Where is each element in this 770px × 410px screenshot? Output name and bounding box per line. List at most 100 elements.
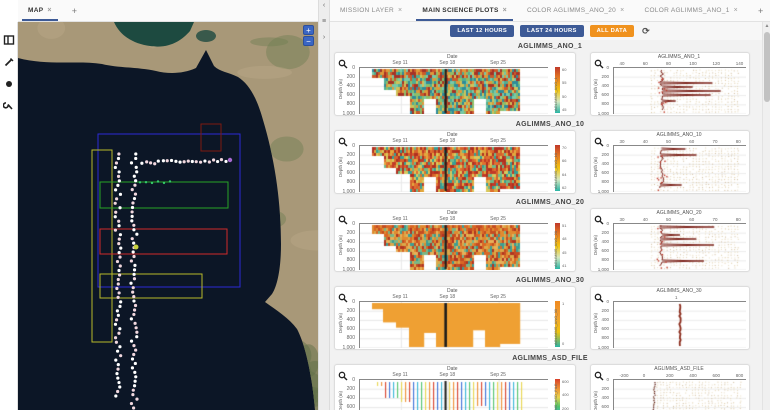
vehicle-track-dot[interactable] (132, 273, 135, 276)
scrollbar-thumb[interactable] (764, 32, 770, 102)
vehicle-track-dot[interactable] (117, 224, 120, 227)
heatmap-card[interactable]: DateSep 11Sep 18Sep 25Depth (m)020040060… (334, 130, 576, 194)
vehicle-track-dot[interactable] (133, 175, 136, 178)
waypoint-yellow[interactable] (134, 245, 139, 250)
divider-handle-icon[interactable]: ≡ (322, 18, 326, 26)
magnifier-icon[interactable] (338, 212, 348, 230)
vehicle-track-dot[interactable] (114, 336, 117, 339)
vehicle-track-dot[interactable] (115, 197, 118, 200)
vehicle-track-dot[interactable] (130, 402, 133, 405)
vehicle-track-dot[interactable] (114, 166, 117, 169)
tab-main-science-plots[interactable]: MAIN SCIENCE PLOTS× (412, 0, 517, 21)
vehicle-track-dot[interactable] (118, 305, 121, 308)
vehicle-track-dot[interactable] (135, 326, 138, 329)
vehicle-track-dot[interactable] (134, 348, 137, 351)
profile-card[interactable]: AGLIMMS_ANO_20304050607080Depth (m)02004… (590, 208, 750, 272)
vehicle-track-dot[interactable] (132, 406, 135, 409)
profile-canvas[interactable] (613, 223, 746, 270)
vehicle-track-dot[interactable] (114, 215, 117, 218)
vehicle-track-dot[interactable] (119, 264, 122, 267)
magnifier-icon[interactable] (594, 134, 604, 152)
vehicle-track-dot[interactable] (129, 282, 132, 285)
vehicle-track-dot[interactable] (132, 250, 135, 253)
vehicle-track-dot[interactable] (132, 313, 135, 316)
vehicle-track-dot[interactable] (132, 255, 135, 258)
vehicle-track-dot[interactable] (117, 269, 120, 272)
tab-map[interactable]: MAP × (18, 0, 62, 21)
vehicle-track-dot[interactable] (130, 317, 133, 320)
vehicle-track-dot[interactable] (132, 286, 135, 289)
vehicle-track-dot[interactable] (117, 314, 120, 317)
vehicle-track-dot[interactable] (130, 161, 133, 164)
vehicle-track-dot[interactable] (117, 381, 120, 384)
marker-pen-icon[interactable] (3, 56, 15, 68)
profile-card[interactable]: AGLIMMS_ANO_10304050607080Depth (m)02004… (590, 130, 750, 194)
vehicle-track-dot[interactable] (131, 366, 134, 369)
map-panel[interactable]: + − (18, 22, 318, 410)
tab-color-aglimms-ano-1[interactable]: COLOR AGLIMMS_ANO_1× (634, 0, 748, 21)
profile-canvas[interactable] (613, 379, 746, 410)
vehicle-track-dot[interactable] (153, 162, 156, 165)
vehicle-track-dot[interactable] (133, 264, 136, 267)
magnifier-icon[interactable] (594, 212, 604, 230)
vehicle-track-dot[interactable] (117, 278, 120, 281)
vehicle-track-dot[interactable] (157, 159, 160, 162)
vehicle-track-dot[interactable] (174, 160, 177, 163)
vehicle-track-dot[interactable] (134, 375, 137, 378)
vehicle-track-dot[interactable] (119, 193, 122, 196)
vehicle-track-dot[interactable] (114, 211, 117, 214)
vehicle-track-dot[interactable] (117, 157, 120, 160)
magnifier-icon[interactable] (594, 290, 604, 308)
profile-canvas[interactable] (613, 301, 746, 348)
vehicle-track-dot[interactable] (195, 160, 198, 163)
vehicle-track-dot[interactable] (132, 228, 135, 231)
vehicle-track-dot[interactable] (118, 170, 121, 173)
heatmap-canvas[interactable] (359, 301, 548, 348)
vehicle-track-dot[interactable] (132, 353, 135, 356)
profile-card[interactable]: AGLIMMS_ANO_301Depth (m)02004006008001,0… (590, 286, 750, 350)
vehicle-track-dot[interactable] (117, 242, 120, 245)
vehicle-track-dot[interactable] (119, 354, 122, 357)
waypoint-green-dot[interactable] (169, 180, 171, 182)
vehicle-track-dot[interactable] (131, 201, 134, 204)
vehicle-track-dot[interactable] (118, 327, 121, 330)
vehicle-track-dot[interactable] (116, 376, 119, 379)
profile-card[interactable]: AGLIMMS_ANO_1406080100120140Depth (m)020… (590, 52, 750, 116)
vehicle-track-dot[interactable] (114, 323, 117, 326)
vehicle-track-dot[interactable] (133, 322, 136, 325)
vehicle-track-dot[interactable] (178, 161, 181, 164)
vehicle-track-dot[interactable] (133, 384, 136, 387)
vehicle-track-dot[interactable] (132, 242, 135, 245)
map-zoom-in-button[interactable]: + (303, 25, 314, 35)
satellite-map[interactable] (18, 22, 318, 410)
record-dot-icon[interactable] (3, 78, 15, 90)
vehicle-track-dot[interactable] (118, 273, 121, 276)
tab-close-icon[interactable]: × (503, 7, 507, 14)
vehicle-track-dot[interactable] (135, 335, 138, 338)
heatmap-canvas[interactable] (359, 223, 548, 270)
waypoint-green-dot[interactable] (157, 180, 159, 182)
wrench-icon[interactable] (3, 100, 15, 112)
tab-map-close-icon[interactable]: × (47, 7, 51, 14)
vehicle-track-dot[interactable] (212, 158, 215, 161)
heatmap-card[interactable]: DateSep 11Sep 18Sep 25Depth (m)020040060… (334, 286, 576, 350)
vehicle-track-dot[interactable] (130, 259, 133, 262)
waypoint-green-dot[interactable] (145, 181, 147, 183)
vehicle-track-dot[interactable] (119, 247, 122, 250)
vehicle-track-dot[interactable] (114, 359, 117, 362)
vehicle-track-dot[interactable] (133, 308, 136, 311)
vehicle-track-dot[interactable] (116, 390, 119, 393)
vehicle-track-dot[interactable] (118, 291, 121, 294)
vehicle-track-dot[interactable] (162, 159, 165, 162)
vehicle-track-dot[interactable] (131, 357, 134, 360)
heatmap-card[interactable]: DateSep 11Sep 18Sep 25Depth (m)020040060… (334, 208, 576, 272)
vehicle-track-dot[interactable] (133, 184, 136, 187)
vehicle-track-dot[interactable] (130, 219, 133, 222)
vehicle-track-dot[interactable] (134, 179, 137, 182)
vehicle-track-dot[interactable] (208, 160, 211, 163)
vehicle-track-dot[interactable] (134, 304, 137, 307)
vehicle-track-dot[interactable] (118, 238, 121, 241)
refresh-icon[interactable]: ⟳ (642, 26, 650, 37)
heatmap-card[interactable]: DateSep 11Sep 18Sep 25Depth (m)020040060… (334, 52, 576, 116)
vehicle-track-dot[interactable] (116, 368, 119, 371)
